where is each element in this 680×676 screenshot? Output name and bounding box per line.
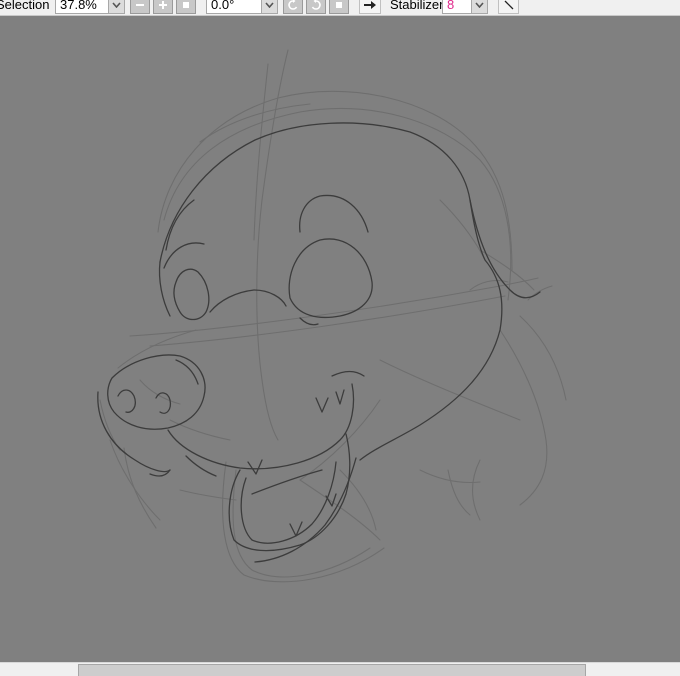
sketch-artwork xyxy=(97,49,567,583)
view-toolbar: Selection 37.8% 0.0° Stabilizer 8 xyxy=(0,0,680,16)
zoom-reset-button[interactable] xyxy=(176,0,196,14)
paint-app-window: Selection 37.8% 0.0° Stabilizer 8 xyxy=(0,0,680,676)
rotate-right-icon xyxy=(311,0,321,10)
stabilizer-field[interactable]: 8 xyxy=(442,0,472,14)
flip-horizontal-button[interactable] xyxy=(359,0,381,14)
stabilizer-label: Stabilizer xyxy=(390,0,444,12)
rotation-reset-button[interactable] xyxy=(329,0,349,14)
rotate-right-button[interactable] xyxy=(306,0,326,14)
stabilizer-dropdown-button[interactable] xyxy=(471,0,488,14)
zoom-field[interactable]: 37.8% xyxy=(55,0,109,14)
zoom-in-button[interactable] xyxy=(153,0,173,14)
drawing-canvas[interactable] xyxy=(0,16,680,662)
chevron-down-icon xyxy=(112,1,121,8)
chevron-down-icon xyxy=(265,1,274,8)
pen-tool-button[interactable] xyxy=(498,0,519,14)
rotate-left-icon xyxy=(288,0,298,10)
rotation-dropdown-button[interactable] xyxy=(261,0,278,14)
rotation-field[interactable]: 0.0° xyxy=(206,0,262,14)
square-icon xyxy=(183,1,189,8)
sketch-lines xyxy=(97,122,541,563)
horizontal-scrollbar-thumb[interactable] xyxy=(78,664,586,676)
selection-label: Selection xyxy=(0,0,50,12)
square-icon xyxy=(336,1,342,8)
zoom-dropdown-button[interactable] xyxy=(108,0,125,14)
horizontal-scrollbar[interactable] xyxy=(0,662,680,676)
minus-icon xyxy=(136,3,144,6)
zoom-out-button[interactable] xyxy=(130,0,150,14)
plus-icon xyxy=(159,0,167,9)
chevron-down-icon xyxy=(475,1,484,8)
flip-arrow-icon xyxy=(364,0,376,9)
pen-icon xyxy=(504,0,513,9)
rotate-left-button[interactable] xyxy=(283,0,303,14)
